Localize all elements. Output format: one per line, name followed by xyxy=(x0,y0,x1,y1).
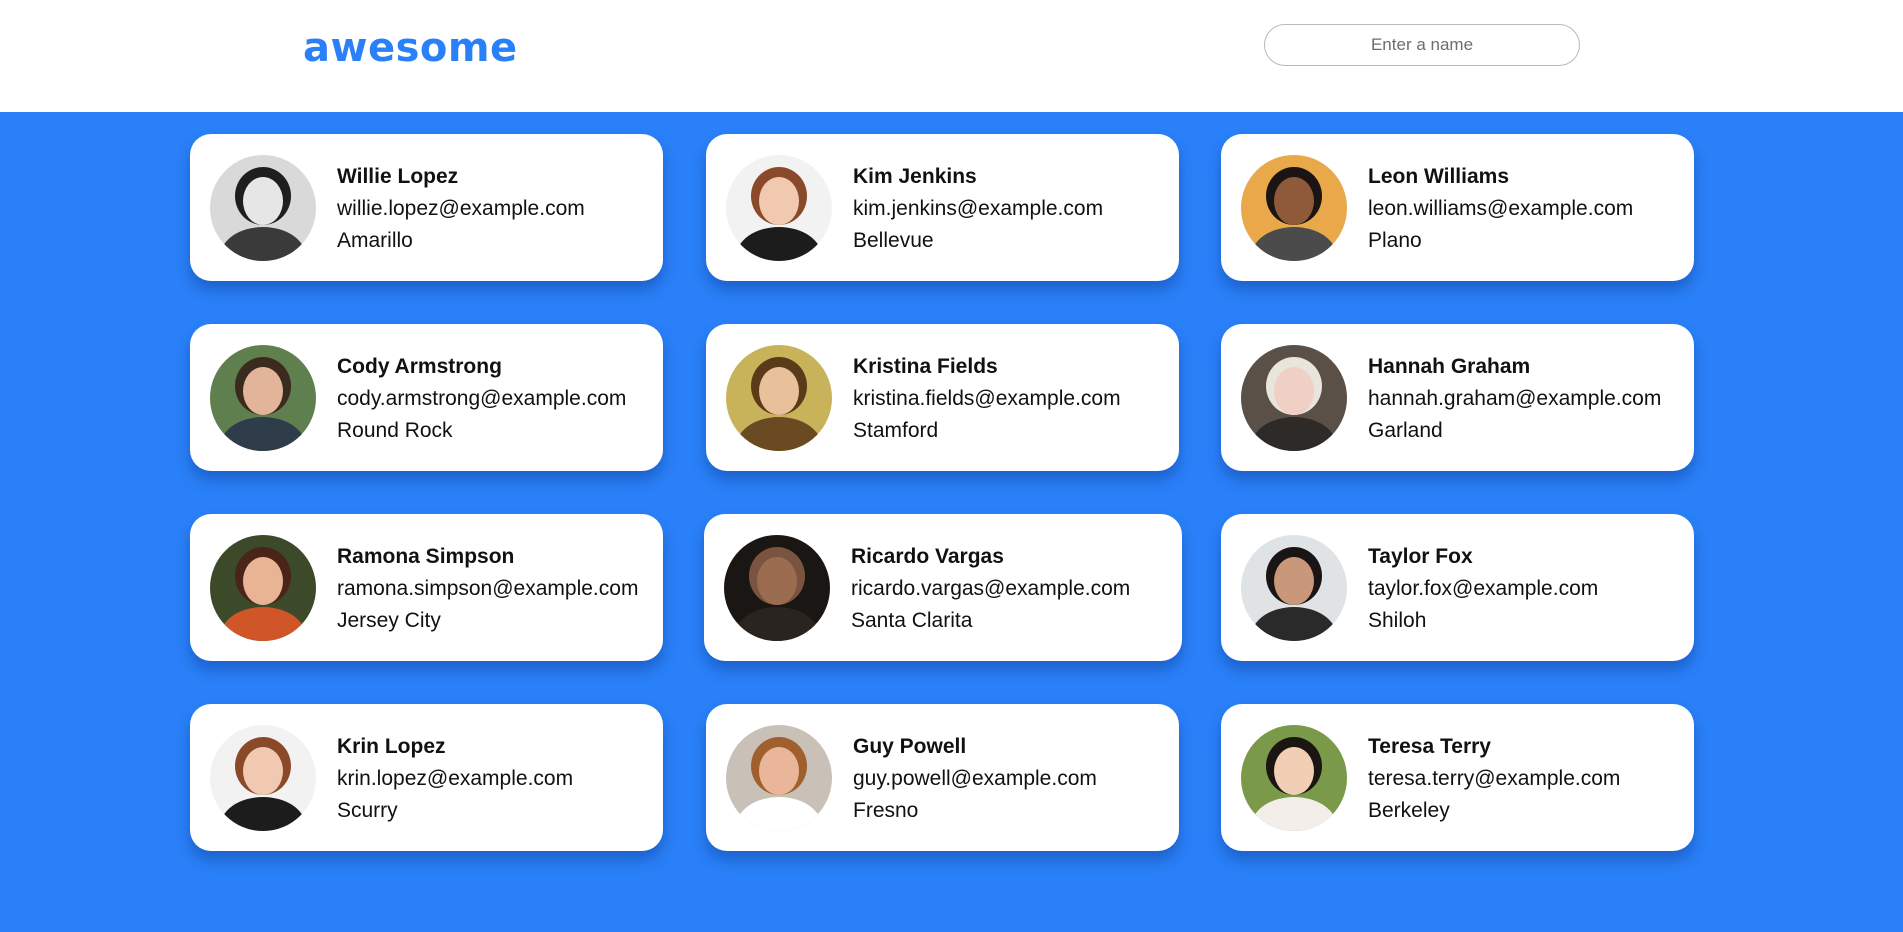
user-name: Kim Jenkins xyxy=(853,165,977,188)
user-email: willie.lopez@example.com xyxy=(337,197,585,220)
app-logo: awesome xyxy=(303,25,518,71)
user-email: ramona.simpson@example.com xyxy=(337,577,639,600)
user-email: kristina.fields@example.com xyxy=(853,387,1121,410)
user-name: Ricardo Vargas xyxy=(851,545,1004,568)
user-city: Stamford xyxy=(853,419,939,442)
user-name: Ramona Simpson xyxy=(337,545,515,568)
user-email: kim.jenkins@example.com xyxy=(853,197,1104,220)
user-card[interactable]: Ramona Simpson ramona.simpson@example.co… xyxy=(190,514,663,661)
user-city: Fresno xyxy=(853,799,919,822)
user-avatar xyxy=(1241,725,1347,831)
user-city: Amarillo xyxy=(337,229,413,252)
user-name: Krin Lopez xyxy=(337,735,446,758)
user-name: Cody Armstrong xyxy=(337,355,502,378)
user-city: Plano xyxy=(1368,229,1422,252)
user-card[interactable]: Cody Armstrong cody.armstrong@example.co… xyxy=(190,324,663,471)
user-email: leon.williams@example.com xyxy=(1368,197,1634,220)
user-card[interactable]: Leon Williams leon.williams@example.com … xyxy=(1221,134,1694,281)
user-name: Leon Williams xyxy=(1368,165,1510,188)
user-avatar xyxy=(726,725,832,831)
user-avatar xyxy=(210,155,316,261)
user-card[interactable]: Krin Lopez krin.lopez@example.com Scurry xyxy=(190,704,663,851)
user-name: Guy Powell xyxy=(853,735,967,758)
user-card[interactable]: Ricardo Vargas ricardo.vargas@example.co… xyxy=(704,514,1182,661)
user-card[interactable]: Hannah Graham hannah.graham@example.com … xyxy=(1221,324,1694,471)
user-card[interactable]: Guy Powell guy.powell@example.com Fresno xyxy=(706,704,1179,851)
user-city: Bellevue xyxy=(853,229,934,252)
user-email: krin.lopez@example.com xyxy=(337,767,574,790)
user-city: Round Rock xyxy=(337,419,453,442)
user-avatar xyxy=(210,535,316,641)
user-avatar xyxy=(1241,155,1347,261)
user-email: taylor.fox@example.com xyxy=(1368,577,1599,600)
user-name: Taylor Fox xyxy=(1368,545,1473,568)
user-city: Berkeley xyxy=(1368,799,1450,822)
user-avatar xyxy=(1241,345,1347,451)
user-city: Jersey City xyxy=(337,609,441,632)
user-avatar xyxy=(1241,535,1347,641)
user-name: Willie Lopez xyxy=(337,165,459,188)
user-name: Kristina Fields xyxy=(853,355,998,378)
user-city: Shiloh xyxy=(1368,609,1427,632)
user-card[interactable]: Teresa Terry teresa.terry@example.com Be… xyxy=(1221,704,1694,851)
user-email: guy.powell@example.com xyxy=(853,767,1097,790)
user-email: teresa.terry@example.com xyxy=(1368,767,1621,790)
user-name: Hannah Graham xyxy=(1368,355,1531,378)
user-avatar xyxy=(726,155,832,261)
user-email: cody.armstrong@example.com xyxy=(337,387,627,410)
user-avatar xyxy=(210,725,316,831)
name-search-input[interactable] xyxy=(1264,24,1580,66)
user-city: Scurry xyxy=(337,799,398,822)
top-header: awesome xyxy=(0,0,1903,112)
user-city: Garland xyxy=(1368,419,1443,442)
user-card[interactable]: Willie Lopez willie.lopez@example.com Am… xyxy=(190,134,663,281)
user-avatar xyxy=(210,345,316,451)
user-card[interactable]: Kristina Fields kristina.fields@example.… xyxy=(706,324,1179,471)
user-city: Santa Clarita xyxy=(851,609,973,632)
user-card[interactable]: Kim Jenkins kim.jenkins@example.com Bell… xyxy=(706,134,1179,281)
user-avatar xyxy=(724,535,830,641)
user-name: Teresa Terry xyxy=(1368,735,1491,758)
user-card[interactable]: Taylor Fox taylor.fox@example.com Shiloh xyxy=(1221,514,1694,661)
user-email: ricardo.vargas@example.com xyxy=(851,577,1131,600)
user-email: hannah.graham@example.com xyxy=(1368,387,1662,410)
user-avatar xyxy=(726,345,832,451)
